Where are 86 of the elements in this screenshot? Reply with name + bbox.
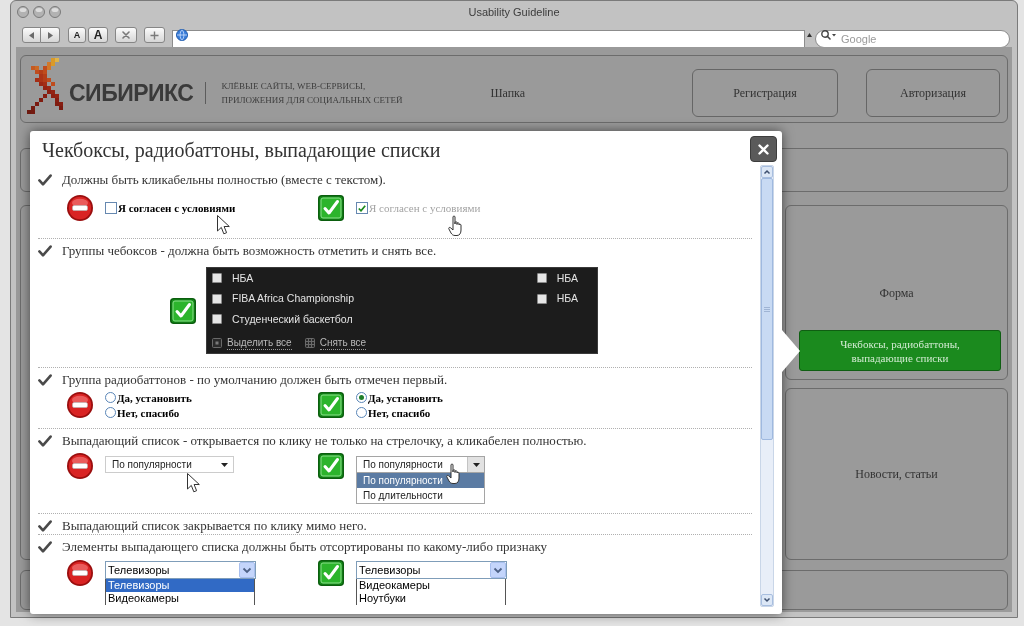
font-size-button[interactable]: A bbox=[68, 27, 86, 43]
rule-text: Группы чебоксов - должна быть возможность отметить и снять все. bbox=[62, 243, 437, 259]
radio-button[interactable] bbox=[105, 392, 116, 403]
chevron-down-icon bbox=[239, 562, 255, 578]
action-link[interactable]: Выделить все bbox=[227, 336, 292, 350]
radio-label[interactable]: Да, установить bbox=[117, 390, 192, 405]
list-option[interactable]: Видеокамеры bbox=[357, 579, 505, 592]
stop-button[interactable] bbox=[115, 27, 137, 43]
triangle-right-icon bbox=[47, 31, 53, 39]
dropdown-option[interactable]: По популярности bbox=[357, 473, 484, 488]
back-button[interactable] bbox=[22, 27, 41, 43]
chevron-up-icon bbox=[761, 166, 773, 178]
window-control-icon[interactable] bbox=[33, 6, 45, 18]
triangle-left-icon bbox=[29, 31, 34, 39]
tagline: КЛЁВЫЕ САЙТЫ, WEB-СЕРВИСЫ, ПРИЛОЖЕНИЯ ДЛЯ СОЦИАЛЬНЫХ СЕТЕЙ bbox=[221, 80, 404, 107]
list-option[interactable]: Видеокамеры bbox=[106, 592, 254, 605]
plus-icon bbox=[150, 30, 159, 40]
dropdown-option[interactable]: По длительности bbox=[357, 488, 484, 503]
header-button[interactable]: Регистрация bbox=[692, 69, 838, 117]
chevron-down-icon bbox=[761, 594, 773, 606]
combo-box[interactable]: Телевизоры bbox=[356, 561, 507, 579]
header-button[interactable]: Авторизация bbox=[866, 69, 1000, 117]
address-field[interactable] bbox=[172, 30, 805, 48]
caret-up-icon bbox=[807, 33, 812, 37]
action-link[interactable]: Снять все bbox=[319, 336, 367, 350]
list-option[interactable]: Ноутбуки bbox=[357, 592, 505, 605]
checkbox-label[interactable]: НБА bbox=[556, 292, 578, 306]
checkbox[interactable] bbox=[105, 202, 117, 214]
dropdown[interactable]: По популярности bbox=[356, 456, 485, 473]
forward-button[interactable] bbox=[41, 27, 60, 43]
checkbox[interactable] bbox=[356, 202, 368, 214]
radio-label[interactable]: Нет, спасибо bbox=[117, 405, 180, 420]
checkbox[interactable] bbox=[212, 314, 222, 325]
window-control-icon[interactable] bbox=[49, 6, 61, 18]
checkbox[interactable] bbox=[536, 273, 547, 284]
logo-text: СИБИРИКС bbox=[69, 80, 194, 106]
checkbox[interactable] bbox=[212, 293, 222, 304]
header-label: Шапка bbox=[490, 85, 526, 102]
scrollbar-thumb[interactable] bbox=[761, 178, 773, 440]
window-control-icon[interactable] bbox=[17, 6, 29, 18]
section-button[interactable]: Чекбоксы, радиобаттоны, выпадающие списки bbox=[799, 330, 1001, 371]
check-mark-icon bbox=[38, 174, 52, 186]
checkbox[interactable] bbox=[536, 293, 547, 304]
radio-button[interactable] bbox=[356, 407, 367, 418]
scrollbar[interactable] bbox=[760, 165, 774, 607]
radio-button[interactable] bbox=[356, 392, 367, 403]
rule-text: Группа радиобаттонов - по умолчанию должен быть отмечен первый. bbox=[62, 372, 448, 388]
check-mark-icon bbox=[38, 435, 52, 447]
checkbox[interactable] bbox=[212, 273, 222, 284]
close-icon bbox=[758, 143, 769, 155]
rule-text: Выпадающий список закрывается по клику мимо него. bbox=[62, 518, 367, 534]
checkbox-label[interactable]: FIBA Africa Championship bbox=[232, 292, 354, 306]
check-mark-icon bbox=[38, 520, 52, 532]
rule-text: Должны быть кликабельны полностью (вместе с текстом). bbox=[62, 172, 386, 188]
search-icon bbox=[821, 30, 836, 40]
combo-box[interactable]: Телевизоры bbox=[105, 561, 256, 579]
rule-text: Выпадающий список - открывается по клику не только на стрелочку, а кликабелен полностью. bbox=[62, 433, 587, 449]
checkbox-label[interactable]: Я согласен с условиями bbox=[118, 201, 236, 215]
globe-icon bbox=[176, 29, 188, 41]
caret-down-icon bbox=[221, 462, 228, 467]
radio-label[interactable]: Нет, спасибо bbox=[368, 405, 431, 420]
close-button[interactable] bbox=[750, 136, 777, 162]
window-title: Usability Guideline bbox=[468, 5, 560, 19]
checkbox-label[interactable]: НБА bbox=[232, 271, 254, 285]
check-mark-icon bbox=[38, 245, 52, 257]
add-button[interactable] bbox=[144, 27, 165, 43]
block-label: Форма bbox=[879, 284, 914, 302]
radio-label[interactable]: Да, установить bbox=[368, 390, 443, 405]
pixel-figure-logo-icon bbox=[27, 58, 63, 114]
x-icon bbox=[122, 31, 130, 39]
list-option[interactable]: Телевизоры bbox=[106, 579, 254, 592]
check-mark-icon bbox=[38, 374, 52, 386]
font-size-button[interactable]: A bbox=[88, 27, 108, 43]
dialog-title: Чекбоксы, радиобаттоны, выпадающие списки bbox=[42, 138, 441, 162]
checkbox-label[interactable]: Студенческий баскетбол bbox=[232, 312, 353, 326]
chevron-down-icon bbox=[490, 562, 506, 578]
check-mark-icon bbox=[38, 541, 52, 553]
checkbox-label[interactable]: НБА bbox=[556, 271, 578, 285]
caret-down-icon bbox=[472, 462, 480, 467]
radio-button[interactable] bbox=[105, 407, 116, 418]
rule-text: Элементы выпадающего списка должны быть отсортированы по какому-либо признаку bbox=[62, 539, 548, 555]
search-field[interactable]: Google bbox=[815, 30, 1010, 48]
block-label: Новости, статьи bbox=[855, 466, 938, 483]
checkbox-icon bbox=[212, 338, 222, 348]
dropdown[interactable]: По популярности bbox=[105, 456, 234, 473]
grid-icon bbox=[304, 338, 315, 348]
